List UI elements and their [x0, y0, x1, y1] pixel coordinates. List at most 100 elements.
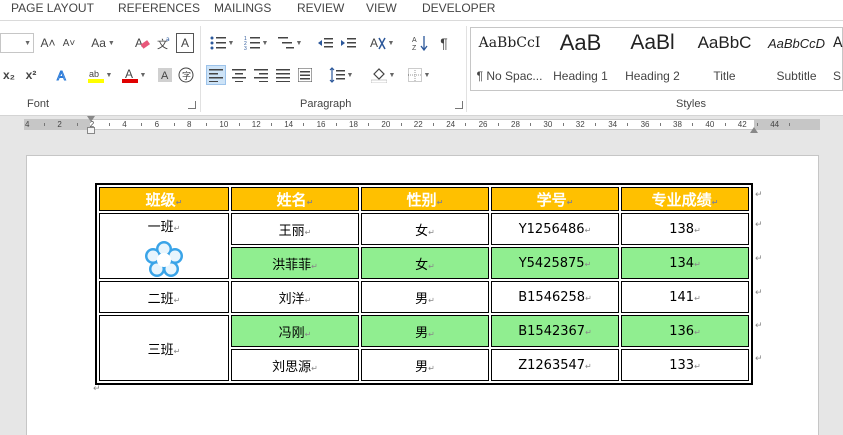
character-border-button[interactable]: A — [176, 33, 194, 53]
superscript-button[interactable]: x² — [23, 65, 39, 85]
shrink-font-button[interactable]: A˅ — [61, 33, 77, 53]
grow-font-button[interactable]: A˄ — [40, 33, 56, 53]
align-left-button[interactable] — [206, 65, 226, 85]
style-name: Title — [713, 69, 736, 83]
font-dialog-launcher-icon[interactable] — [188, 101, 196, 109]
chevron-down-icon: ▼ — [295, 39, 303, 47]
gender-cell[interactable]: 女↵ — [361, 247, 489, 279]
font-color-button[interactable]: A ▼ — [118, 65, 150, 85]
style-more[interactable]: A S — [833, 29, 843, 89]
header-cell-gender[interactable]: 性别↵ — [361, 187, 489, 211]
change-case-label: Aa — [91, 36, 106, 50]
name-cell[interactable]: 刘洋↵ — [231, 281, 359, 313]
cell-text: 女 — [415, 223, 429, 239]
gender-cell[interactable]: 男↵ — [361, 349, 489, 381]
style-heading-2[interactable]: AaBl Heading 2 — [617, 29, 688, 89]
line-spacing-button[interactable]: ▼ — [326, 65, 356, 85]
borders-button[interactable]: ▼ — [404, 65, 434, 85]
style-heading-1[interactable]: AaB Heading 1 — [545, 29, 616, 89]
decrease-indent-button[interactable] — [316, 33, 334, 53]
header-cell-score[interactable]: 专业成绩↵ — [621, 187, 749, 211]
align-right-icon — [254, 69, 268, 82]
paragraph-dialog-launcher-icon[interactable] — [455, 101, 463, 109]
left-indent-marker[interactable] — [87, 127, 95, 134]
tab-mailings[interactable]: MAILINGS — [214, 1, 271, 15]
student-id-cell[interactable]: Y5425875↵ — [491, 247, 619, 279]
distributed-button[interactable] — [295, 65, 315, 85]
score-cell[interactable]: 133↵ — [621, 349, 749, 381]
justify-button[interactable] — [273, 65, 293, 85]
show-hide-marks-button[interactable]: ¶ — [435, 33, 453, 53]
student-id-cell[interactable]: B1542367↵ — [491, 315, 619, 347]
header-cell-name[interactable]: 姓名↵ — [231, 187, 359, 211]
row-end-mark: ↵ — [755, 354, 763, 364]
score-table[interactable]: 班级↵ 姓名↵ 性别↵ 学号↵ 专业成绩↵ 一班↵ 王丽↵ 女↵ Y125648… — [95, 183, 753, 385]
sort-button[interactable]: AZ — [411, 33, 429, 53]
clear-formatting-icon: A — [135, 36, 150, 50]
cell-text: B1542367 — [518, 323, 586, 339]
name-cell[interactable]: 刘思源↵ — [231, 349, 359, 381]
style-sample: AaBbCcI — [478, 35, 541, 51]
score-cell[interactable]: 141↵ — [621, 281, 749, 313]
increase-indent-button[interactable] — [339, 33, 357, 53]
gender-cell[interactable]: 女↵ — [361, 213, 489, 245]
cell-end-mark: ↵ — [175, 197, 183, 207]
score-cell[interactable]: 136↵ — [621, 315, 749, 347]
highlight-color-button[interactable]: ab ▼ — [86, 65, 114, 85]
style-title[interactable]: AaBbC Title — [689, 29, 760, 89]
first-line-indent-marker[interactable] — [87, 116, 95, 122]
name-cell[interactable]: 洪菲菲↵ — [231, 247, 359, 279]
shading-button[interactable]: ▼ — [368, 65, 398, 85]
header-cell-student-id[interactable]: 学号↵ — [491, 187, 619, 211]
font-color-icon: A — [121, 67, 138, 83]
gender-cell[interactable]: 男↵ — [361, 281, 489, 313]
tab-view[interactable]: VIEW — [366, 1, 397, 15]
header-cell-class[interactable]: 班级↵ — [99, 187, 229, 211]
chevron-down-icon: ▼ — [423, 71, 431, 79]
enclose-characters-button[interactable]: 字 — [177, 65, 195, 85]
score-cell[interactable]: 134↵ — [621, 247, 749, 279]
ruler-tick — [497, 123, 499, 126]
tab-developer[interactable]: DEVELOPER — [422, 1, 495, 15]
flower-image[interactable] — [144, 241, 184, 277]
chevron-down-icon: ▼ — [107, 39, 115, 47]
style-subtitle[interactable]: AaBbCcD Subtitle — [761, 29, 832, 89]
style-name: Heading 2 — [625, 69, 680, 83]
align-center-button[interactable] — [229, 65, 249, 85]
horizontal-ruler[interactable]: 4 2 2 4 6 8 10 12 14 16 18 20 22 24 26 28 30 32 34 36 38 40 42… — [0, 116, 843, 134]
class-cell[interactable]: 二班↵ — [99, 281, 229, 313]
name-cell[interactable]: 王丽↵ — [231, 213, 359, 245]
table-header-row: 班级↵ 姓名↵ 性别↵ 学号↵ 专业成绩↵ — [99, 187, 749, 211]
document-page[interactable]: 班级↵ 姓名↵ 性别↵ 学号↵ 专业成绩↵ 一班↵ 王丽↵ 女↵ Y125648… — [26, 155, 819, 435]
style-name: ¶ No Spac... — [476, 69, 543, 83]
ruler-number: 30 — [543, 120, 553, 129]
bullets-button[interactable]: ▼ — [207, 33, 237, 53]
text-effects-button[interactable]: A — [54, 65, 72, 85]
character-shading-button[interactable]: A — [155, 65, 175, 85]
cell-end-mark: ↵ — [694, 361, 701, 371]
align-right-button[interactable] — [251, 65, 271, 85]
student-id-cell[interactable]: Y1256486↵ — [491, 213, 619, 245]
subscript-button[interactable]: x₂ — [2, 65, 16, 85]
name-cell[interactable]: 冯刚↵ — [231, 315, 359, 347]
increase-indent-icon — [341, 38, 356, 48]
style-no-spacing[interactable]: AaBbCcI ¶ No Spac... — [474, 29, 545, 89]
clear-formatting-button[interactable]: A — [132, 33, 152, 53]
tab-review[interactable]: REVIEW — [297, 1, 344, 15]
font-size-dropdown[interactable]: ▼ — [0, 33, 34, 53]
tab-references[interactable]: REFERENCES — [118, 1, 200, 15]
student-id-cell[interactable]: B1546258↵ — [491, 281, 619, 313]
numbering-button[interactable]: 123 ▼ — [241, 33, 271, 53]
multilevel-list-button[interactable]: ▼ — [275, 33, 305, 53]
student-id-cell[interactable]: Z1263547↵ — [491, 349, 619, 381]
right-indent-marker[interactable] — [750, 127, 758, 133]
gender-cell[interactable]: 男↵ — [361, 315, 489, 347]
paragraph-mark: ↵ — [93, 384, 101, 394]
tab-page-layout[interactable]: PAGE LAYOUT — [11, 1, 94, 15]
change-case-button[interactable]: Aa ▼ — [87, 33, 119, 53]
chinese-layout-button[interactable]: A ▼ — [367, 33, 397, 53]
score-cell[interactable]: 138↵ — [621, 213, 749, 245]
phonetic-guide-button[interactable]: 文a — [155, 33, 175, 53]
class-cell[interactable]: 一班↵ — [99, 213, 229, 279]
class-cell[interactable]: 三班↵ — [99, 315, 229, 381]
